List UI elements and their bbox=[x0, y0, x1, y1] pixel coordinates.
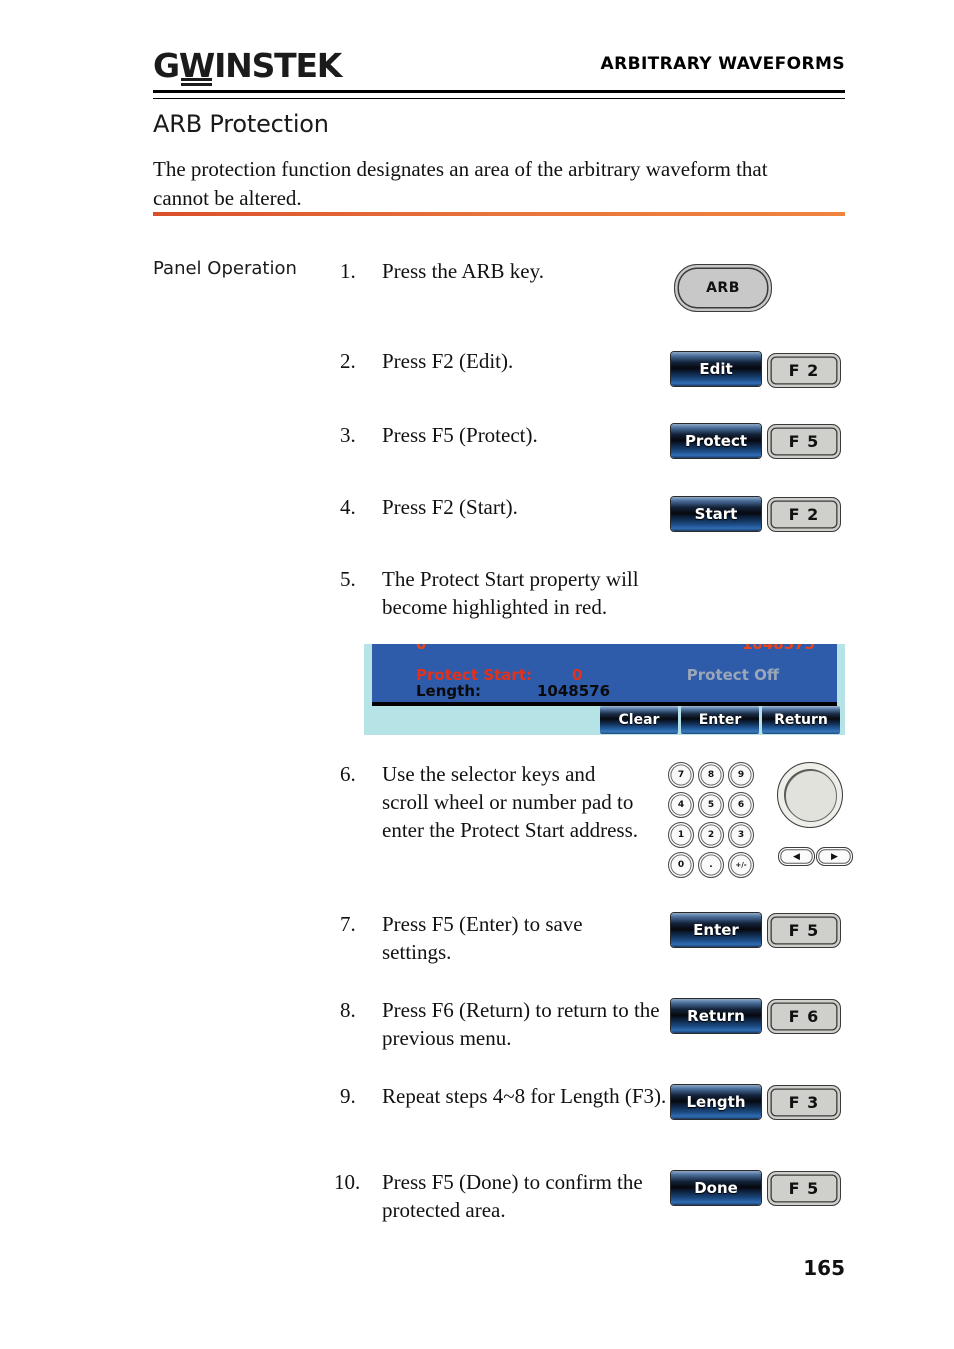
numkey-2[interactable]: 2 bbox=[698, 822, 724, 848]
scroll-wheel[interactable] bbox=[777, 762, 843, 828]
page-number: 165 bbox=[803, 1256, 845, 1280]
fkey-f5-done[interactable]: F 5 bbox=[767, 1171, 841, 1206]
lcd-waveform-start-value: 0 bbox=[416, 644, 427, 653]
step-10-text: Press F5 (Done) to confirm the protected… bbox=[382, 1170, 643, 1222]
step-5: 5. The Protect Start property will becom… bbox=[340, 565, 680, 621]
softkey-edit[interactable]: Edit bbox=[671, 352, 761, 386]
arrow-left-icon[interactable]: ◀ bbox=[778, 847, 815, 866]
step-2-number: 2. bbox=[340, 349, 356, 373]
header-divider bbox=[153, 90, 845, 99]
fkey-f3-length[interactable]: F 3 bbox=[767, 1085, 841, 1120]
page-title: ARB Protection bbox=[153, 110, 329, 138]
lcd-length-label: Length: bbox=[416, 682, 481, 700]
numkey-8[interactable]: 8 bbox=[698, 762, 724, 788]
step-4-number: 4. bbox=[340, 495, 356, 519]
panel-operation-label: Panel Operation bbox=[153, 258, 297, 279]
step-9-number: 9. bbox=[340, 1084, 356, 1108]
softkey-return[interactable]: Return bbox=[671, 999, 761, 1033]
numkey-9[interactable]: 9 bbox=[728, 762, 754, 788]
page-header: GWINSTEK ARBITRARY WAVEFORMS bbox=[153, 44, 845, 92]
section-divider-red bbox=[153, 212, 845, 216]
step-10: 10. Press F5 (Done) to confirm the prote… bbox=[334, 1168, 664, 1224]
softkey-length[interactable]: Length bbox=[671, 1085, 761, 1119]
step-2-text: Press F2 (Edit). bbox=[382, 349, 514, 373]
lcd-softkey-clear[interactable]: Clear bbox=[600, 706, 678, 734]
step-7: 7. Press F5 (Enter) to save settings. bbox=[340, 910, 650, 966]
softkey-enter[interactable]: Enter bbox=[671, 913, 761, 947]
lcd-waveform-end-value: 1048575 bbox=[741, 644, 815, 653]
step-2: 2. Press F2 (Edit). bbox=[340, 347, 640, 375]
header-chapter-title: ARBITRARY WAVEFORMS bbox=[600, 54, 845, 74]
gw-instek-logo: GWINSTEK bbox=[153, 46, 342, 85]
step-1: 1. Press the ARB key. bbox=[340, 257, 640, 285]
document-page: GWINSTEK ARBITRARY WAVEFORMS ARB Protect… bbox=[0, 0, 954, 1349]
lcd-softkey-enter[interactable]: Enter bbox=[681, 706, 759, 734]
step-3: 3. Press F5 (Protect). bbox=[340, 421, 660, 449]
step-1-text: Press the ARB key. bbox=[382, 259, 544, 283]
step-5-number: 5. bbox=[340, 567, 356, 591]
lcd-softkey-bar: Clear Enter Return bbox=[364, 706, 845, 735]
step-7-number: 7. bbox=[340, 912, 356, 936]
step-8-text: Press F6 (Return) to return to the previ… bbox=[382, 998, 660, 1050]
fkey-f2-start[interactable]: F 2 bbox=[767, 497, 841, 532]
step-9-text: Repeat steps 4~8 for Length (F3). bbox=[382, 1084, 667, 1108]
logo-gw-text: G bbox=[153, 46, 180, 85]
numkey-7[interactable]: 7 bbox=[668, 762, 694, 788]
step-4-text: Press F2 (Start). bbox=[382, 495, 518, 519]
numkey-plus-minus[interactable]: +/- bbox=[728, 852, 754, 878]
softkey-start[interactable]: Start bbox=[671, 497, 761, 531]
step-7-text: Press F5 (Enter) to save settings. bbox=[382, 912, 583, 964]
numkey-5[interactable]: 5 bbox=[698, 792, 724, 818]
logo-instek-text: INSTEK bbox=[214, 46, 342, 85]
lcd-display-area: 0 1048575 Protect Start: 0 Length: 10485… bbox=[372, 644, 837, 706]
step-5-text: The Protect Start property will become h… bbox=[382, 567, 639, 619]
step-6-number: 6. bbox=[340, 762, 356, 786]
step-3-text: Press F5 (Protect). bbox=[382, 423, 538, 447]
numkey-0[interactable]: 0 bbox=[668, 852, 694, 878]
step-4: 4. Press F2 (Start). bbox=[340, 493, 660, 521]
fkey-f2-edit[interactable]: F 2 bbox=[767, 353, 841, 388]
numkey-3[interactable]: 3 bbox=[728, 822, 754, 848]
step-8-number: 8. bbox=[340, 998, 356, 1022]
step-8: 8. Press F6 (Return) to return to the pr… bbox=[340, 996, 660, 1052]
numkey-1[interactable]: 1 bbox=[668, 822, 694, 848]
logo-w-glyph: W bbox=[178, 46, 215, 85]
softkey-done[interactable]: Done bbox=[671, 1171, 761, 1205]
lcd-protect-state-text: Protect Off bbox=[686, 666, 779, 684]
fkey-f6-return[interactable]: F 6 bbox=[767, 999, 841, 1034]
numeric-keypad: 7 8 9 4 5 6 1 2 3 0 . +/- bbox=[668, 762, 754, 880]
step-6-text: Use the selector keys and scroll wheel o… bbox=[382, 762, 638, 842]
section-intro-text: The protection function designates an ar… bbox=[153, 157, 768, 210]
softkey-protect[interactable]: Protect bbox=[671, 424, 761, 458]
step-6: 6. Use the selector keys and scroll whee… bbox=[340, 760, 640, 844]
lcd-softkey-return[interactable]: Return bbox=[762, 706, 840, 734]
lcd-length-value: 1048576 bbox=[537, 682, 611, 700]
step-10-number: 10. bbox=[334, 1170, 361, 1194]
fkey-f5-protect[interactable]: F 5 bbox=[767, 424, 841, 459]
step-1-number: 1. bbox=[340, 259, 356, 283]
arrow-right-icon[interactable]: ▶ bbox=[816, 847, 853, 866]
numkey-4[interactable]: 4 bbox=[668, 792, 694, 818]
lcd-screen-figure: 0 1048575 Protect Start: 0 Length: 10485… bbox=[364, 644, 845, 735]
step-9: 9. Repeat steps 4~8 for Length (F3). bbox=[340, 1082, 670, 1110]
fkey-f5-enter[interactable]: F 5 bbox=[767, 913, 841, 948]
numkey-decimal[interactable]: . bbox=[698, 852, 724, 878]
step-3-number: 3. bbox=[340, 423, 356, 447]
arb-key-button[interactable]: ARB bbox=[674, 264, 772, 312]
numkey-6[interactable]: 6 bbox=[728, 792, 754, 818]
